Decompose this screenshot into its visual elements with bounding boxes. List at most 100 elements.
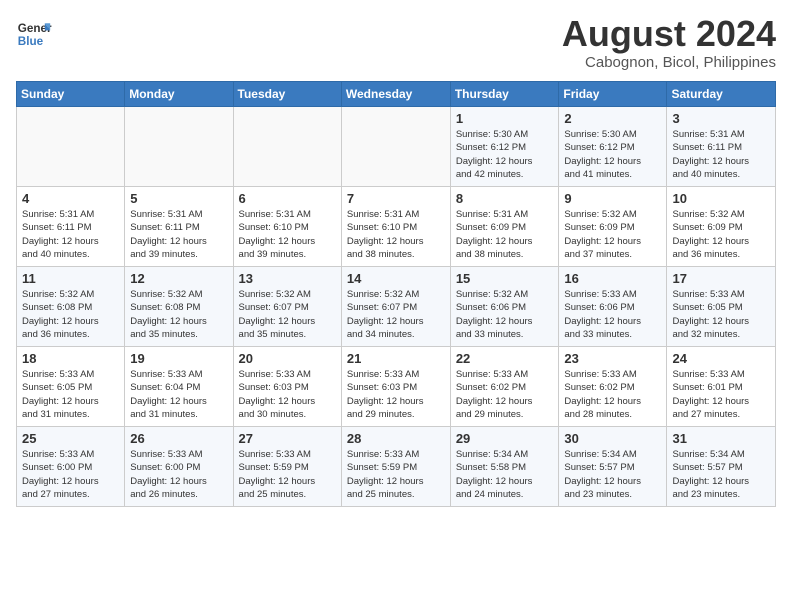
calendar-body: 1Sunrise: 5:30 AM Sunset: 6:12 PM Daylig… xyxy=(17,107,776,507)
calendar-cell: 20 Sunrise: 5:33 AM Sunset: 6:03 PM Dayli… xyxy=(233,347,341,427)
day-info: Sunrise: 5:32 AM Sunset: 6:09 PM Dayligh… xyxy=(672,208,770,261)
calendar-cell: 11 Sunrise: 5:32 AM Sunset: 6:08 PM Dayli… xyxy=(17,267,125,347)
day-info: Sunrise: 5:31 AM Sunset: 6:11 PM Dayligh… xyxy=(130,208,227,261)
day-info: Sunrise: 5:33 AM Sunset: 6:00 PM Dayligh… xyxy=(130,448,227,501)
col-friday: Friday xyxy=(559,82,667,107)
calendar-cell: 14 Sunrise: 5:32 AM Sunset: 6:07 PM Dayli… xyxy=(341,267,450,347)
title-block: August 2024 Cabognon, Bicol, Philippines xyxy=(562,16,776,71)
day-number: 20 xyxy=(239,351,336,366)
col-wednesday: Wednesday xyxy=(341,82,450,107)
day-info: Sunrise: 5:33 AM Sunset: 6:03 PM Dayligh… xyxy=(347,368,445,421)
day-number: 11 xyxy=(22,271,119,286)
day-info: Sunrise: 5:33 AM Sunset: 6:03 PM Dayligh… xyxy=(239,368,336,421)
day-info: Sunrise: 5:33 AM Sunset: 6:06 PM Dayligh… xyxy=(564,288,661,341)
calendar-row-3: 11 Sunrise: 5:32 AM Sunset: 6:08 PM Dayli… xyxy=(17,267,776,347)
day-number: 6 xyxy=(239,191,336,206)
calendar-cell: 31Sunrise: 5:34 AM Sunset: 5:57 PM Dayli… xyxy=(667,427,776,507)
calendar-cell: 28Sunrise: 5:33 AM Sunset: 5:59 PM Dayli… xyxy=(341,427,450,507)
calendar-cell xyxy=(233,107,341,187)
calendar-cell xyxy=(125,107,233,187)
calendar-table: Sunday Monday Tuesday Wednesday Thursday… xyxy=(16,81,776,507)
calendar-cell: 22Sunrise: 5:33 AM Sunset: 6:02 PM Dayli… xyxy=(450,347,559,427)
day-number: 24 xyxy=(672,351,770,366)
calendar-row-1: 1Sunrise: 5:30 AM Sunset: 6:12 PM Daylig… xyxy=(17,107,776,187)
day-info: Sunrise: 5:30 AM Sunset: 6:12 PM Dayligh… xyxy=(456,128,554,181)
day-info: Sunrise: 5:33 AM Sunset: 6:05 PM Dayligh… xyxy=(672,288,770,341)
calendar-cell: 7 Sunrise: 5:31 AM Sunset: 6:10 PM Daylig… xyxy=(341,187,450,267)
day-info: Sunrise: 5:30 AM Sunset: 6:12 PM Dayligh… xyxy=(564,128,661,181)
logo: General Blue xyxy=(16,16,52,52)
day-number: 9 xyxy=(564,191,661,206)
col-saturday: Saturday xyxy=(667,82,776,107)
day-number: 25 xyxy=(22,431,119,446)
calendar-cell: 2 Sunrise: 5:30 AM Sunset: 6:12 PM Daylig… xyxy=(559,107,667,187)
day-info: Sunrise: 5:31 AM Sunset: 6:10 PM Dayligh… xyxy=(239,208,336,261)
col-sunday: Sunday xyxy=(17,82,125,107)
day-number: 10 xyxy=(672,191,770,206)
calendar-cell: 30Sunrise: 5:34 AM Sunset: 5:57 PM Dayli… xyxy=(559,427,667,507)
day-info: Sunrise: 5:33 AM Sunset: 5:59 PM Dayligh… xyxy=(239,448,336,501)
day-number: 3 xyxy=(672,111,770,126)
day-info: Sunrise: 5:33 AM Sunset: 6:05 PM Dayligh… xyxy=(22,368,119,421)
day-number: 2 xyxy=(564,111,661,126)
calendar-header: Sunday Monday Tuesday Wednesday Thursday… xyxy=(17,82,776,107)
day-number: 28 xyxy=(347,431,445,446)
calendar-cell: 21 Sunrise: 5:33 AM Sunset: 6:03 PM Dayli… xyxy=(341,347,450,427)
day-number: 4 xyxy=(22,191,119,206)
day-number: 26 xyxy=(130,431,227,446)
calendar-cell: 17 Sunrise: 5:33 AM Sunset: 6:05 PM Dayli… xyxy=(667,267,776,347)
calendar-row-4: 18 Sunrise: 5:33 AM Sunset: 6:05 PM Dayli… xyxy=(17,347,776,427)
calendar-cell: 16 Sunrise: 5:33 AM Sunset: 6:06 PM Dayli… xyxy=(559,267,667,347)
day-number: 16 xyxy=(564,271,661,286)
day-number: 5 xyxy=(130,191,227,206)
calendar-cell: 23Sunrise: 5:33 AM Sunset: 6:02 PM Dayli… xyxy=(559,347,667,427)
day-number: 29 xyxy=(456,431,554,446)
calendar-cell: 8 Sunrise: 5:31 AM Sunset: 6:09 PM Daylig… xyxy=(450,187,559,267)
calendar-subtitle: Cabognon, Bicol, Philippines xyxy=(562,54,776,71)
day-info: Sunrise: 5:32 AM Sunset: 6:07 PM Dayligh… xyxy=(347,288,445,341)
calendar-cell: 29 Sunrise: 5:34 AM Sunset: 5:58 PM Dayli… xyxy=(450,427,559,507)
calendar-row-5: 25 Sunrise: 5:33 AM Sunset: 6:00 PM Dayli… xyxy=(17,427,776,507)
calendar-cell: 4 Sunrise: 5:31 AM Sunset: 6:11 PM Daylig… xyxy=(17,187,125,267)
day-info: Sunrise: 5:31 AM Sunset: 6:11 PM Dayligh… xyxy=(22,208,119,261)
day-info: Sunrise: 5:32 AM Sunset: 6:08 PM Dayligh… xyxy=(22,288,119,341)
day-number: 12 xyxy=(130,271,227,286)
day-info: Sunrise: 5:33 AM Sunset: 6:04 PM Dayligh… xyxy=(130,368,227,421)
day-number: 8 xyxy=(456,191,554,206)
day-number: 14 xyxy=(347,271,445,286)
day-info: Sunrise: 5:32 AM Sunset: 6:09 PM Dayligh… xyxy=(564,208,661,261)
calendar-cell: 9 Sunrise: 5:32 AM Sunset: 6:09 PM Daylig… xyxy=(559,187,667,267)
calendar-cell: 19 Sunrise: 5:33 AM Sunset: 6:04 PM Dayli… xyxy=(125,347,233,427)
calendar-cell: 6 Sunrise: 5:31 AM Sunset: 6:10 PM Daylig… xyxy=(233,187,341,267)
col-monday: Monday xyxy=(125,82,233,107)
calendar-cell: 1Sunrise: 5:30 AM Sunset: 6:12 PM Daylig… xyxy=(450,107,559,187)
header: General Blue August 2024 Cabognon, Bicol… xyxy=(16,16,776,71)
day-info: Sunrise: 5:31 AM Sunset: 6:09 PM Dayligh… xyxy=(456,208,554,261)
calendar-cell: 10 Sunrise: 5:32 AM Sunset: 6:09 PM Dayli… xyxy=(667,187,776,267)
day-info: Sunrise: 5:33 AM Sunset: 6:01 PM Dayligh… xyxy=(672,368,770,421)
col-thursday: Thursday xyxy=(450,82,559,107)
calendar-row-2: 4 Sunrise: 5:31 AM Sunset: 6:11 PM Daylig… xyxy=(17,187,776,267)
calendar-cell: 27Sunrise: 5:33 AM Sunset: 5:59 PM Dayli… xyxy=(233,427,341,507)
day-number: 19 xyxy=(130,351,227,366)
day-info: Sunrise: 5:32 AM Sunset: 6:07 PM Dayligh… xyxy=(239,288,336,341)
svg-text:Blue: Blue xyxy=(18,35,44,48)
day-number: 22 xyxy=(456,351,554,366)
calendar-cell: 13Sunrise: 5:32 AM Sunset: 6:07 PM Dayli… xyxy=(233,267,341,347)
day-info: Sunrise: 5:34 AM Sunset: 5:58 PM Dayligh… xyxy=(456,448,554,501)
day-info: Sunrise: 5:33 AM Sunset: 6:00 PM Dayligh… xyxy=(22,448,119,501)
day-number: 15 xyxy=(456,271,554,286)
day-info: Sunrise: 5:32 AM Sunset: 6:06 PM Dayligh… xyxy=(456,288,554,341)
day-number: 7 xyxy=(347,191,445,206)
day-info: Sunrise: 5:31 AM Sunset: 6:10 PM Dayligh… xyxy=(347,208,445,261)
calendar-cell: 18 Sunrise: 5:33 AM Sunset: 6:05 PM Dayli… xyxy=(17,347,125,427)
day-number: 21 xyxy=(347,351,445,366)
day-number: 18 xyxy=(22,351,119,366)
day-number: 17 xyxy=(672,271,770,286)
calendar-cell: 3 Sunrise: 5:31 AM Sunset: 6:11 PM Daylig… xyxy=(667,107,776,187)
day-number: 30 xyxy=(564,431,661,446)
day-info: Sunrise: 5:31 AM Sunset: 6:11 PM Dayligh… xyxy=(672,128,770,181)
col-tuesday: Tuesday xyxy=(233,82,341,107)
calendar-title: August 2024 xyxy=(562,16,776,52)
logo-icon: General Blue xyxy=(16,16,52,52)
